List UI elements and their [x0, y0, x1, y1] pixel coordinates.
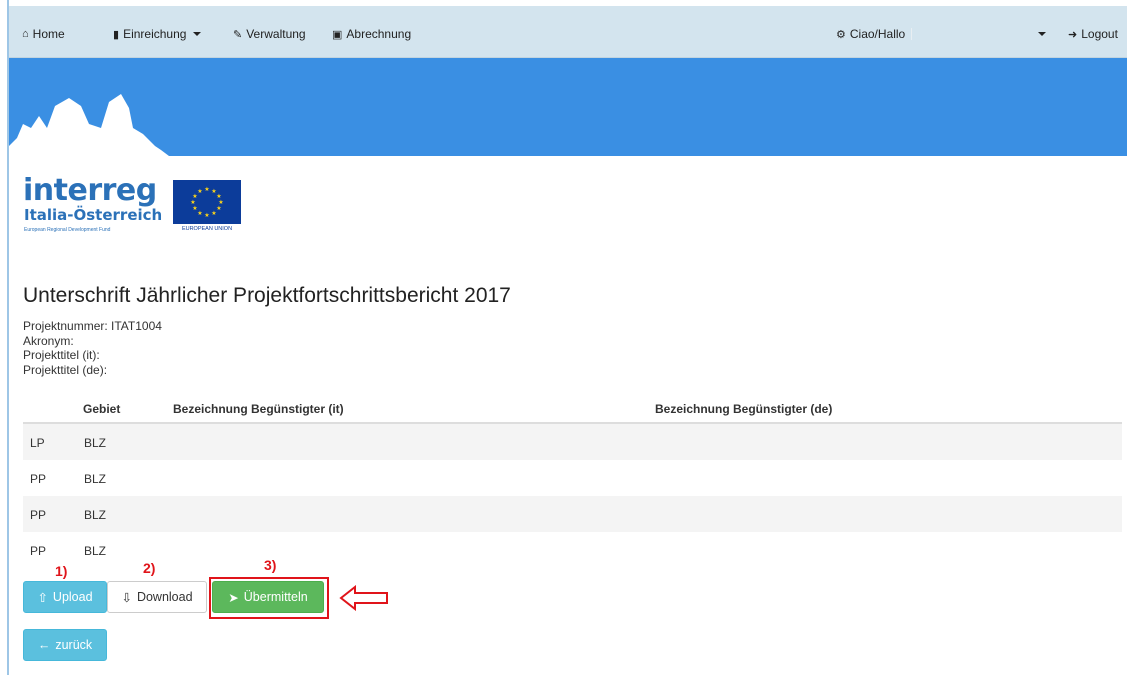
svg-text:★: ★ [197, 210, 202, 217]
table-row: LP BLZ [23, 424, 1122, 460]
table-row: PP BLZ [23, 532, 1122, 568]
user-dropdown-toggle[interactable] [1035, 26, 1046, 42]
gear-icon: ⚙ [836, 28, 846, 41]
svg-text:★: ★ [211, 210, 216, 217]
row-gebiet: BLZ [84, 508, 107, 522]
row-role: PP [30, 508, 47, 522]
eu-label: EUROPEAN UNION [181, 226, 233, 232]
nav-user-greeting[interactable]: ⚙ Ciao/Hallo [836, 26, 913, 42]
upload-icon: ⇧ [37, 590, 48, 605]
svg-text:★: ★ [216, 205, 221, 212]
row-gebiet: BLZ [84, 472, 107, 486]
nav-verwaltung-label: Verwaltung [246, 27, 306, 41]
back-button[interactable]: ← zurück [23, 629, 107, 661]
svg-text:★: ★ [197, 188, 202, 195]
chevron-down-icon [193, 32, 202, 36]
header-banner [9, 58, 1127, 156]
row-role: LP [30, 436, 45, 450]
nav-einreichung[interactable]: ▮ Einreichung [113, 26, 202, 42]
nav-verwaltung[interactable]: ✎ Verwaltung [233, 26, 306, 42]
table-header: Gebiet Bezeichnung Begünstigter (it) Bez… [23, 396, 1122, 424]
logo-fund: European Regional Development Fund [24, 227, 111, 233]
app-frame: ⌂ Home ▮ Einreichung ✎ Verwaltung ▣ Abre… [7, 0, 1127, 675]
header-name-it: Bezeichnung Begünstigter (it) [173, 402, 344, 416]
step-label-3: 3) [264, 557, 277, 573]
project-title-de: Projekttitel (de): [23, 363, 108, 377]
project-acronym: Akronym: [23, 334, 74, 348]
step-label-2: 2) [143, 560, 156, 576]
mountains-graphic [9, 94, 169, 156]
nav-logout[interactable]: ➜ Logout [1068, 26, 1118, 42]
money-icon: ▣ [332, 28, 343, 41]
logo-region: Italia-Österreich [24, 206, 163, 224]
logout-icon: ➜ [1068, 28, 1078, 41]
project-title-it: Projekttitel (it): [23, 348, 100, 362]
nav-logout-label: Logout [1081, 27, 1118, 41]
eu-stars-graphic: ★ ★★ ★★★ ★★★ ★★★ [190, 186, 223, 219]
page-edge [0, 0, 7, 675]
table-row: PP BLZ [23, 460, 1122, 496]
page-title: Unterschrift Jährlicher Projektfortschri… [23, 284, 511, 307]
upload-button[interactable]: ⇧ Upload [23, 581, 107, 613]
row-gebiet: BLZ [84, 544, 107, 558]
project-number: Projektnummer: ITAT1004 [23, 319, 162, 333]
row-role: PP [30, 472, 47, 486]
nav-abrechnung[interactable]: ▣ Abrechnung [332, 26, 411, 42]
nav-home[interactable]: ⌂ Home [22, 26, 65, 42]
header-name-de: Bezeichnung Begünstigter (de) [655, 402, 833, 416]
beneficiaries-table: Gebiet Bezeichnung Begünstigter (it) Bez… [23, 396, 1122, 568]
logo-wordmark: interreg [23, 173, 157, 208]
upload-label: Upload [52, 590, 93, 604]
row-role: PP [30, 544, 47, 558]
svg-text:★: ★ [204, 212, 209, 219]
home-icon: ⌂ [22, 28, 29, 40]
svg-text:★: ★ [204, 186, 209, 193]
header-gebiet: Gebiet [83, 402, 121, 416]
top-navbar: ⌂ Home ▮ Einreichung ✎ Verwaltung ▣ Abre… [9, 6, 1127, 58]
book-icon: ▮ [113, 28, 120, 41]
pointer-arrow-icon [339, 585, 388, 611]
pencil-icon: ✎ [233, 28, 243, 41]
nav-abrechnung-label: Abrechnung [346, 27, 412, 41]
arrow-left-icon: ← [37, 638, 51, 652]
download-label: Download [136, 590, 193, 604]
svg-text:★: ★ [192, 205, 197, 212]
submit-highlight-box [209, 577, 329, 619]
row-gebiet: BLZ [84, 436, 107, 450]
nav-einreichung-label: Einreichung [123, 27, 187, 41]
interreg-logo: interreg Italia-Österreich European Regi… [23, 176, 253, 236]
download-button[interactable]: ⇩ Download [107, 581, 207, 613]
table-row: PP BLZ [23, 496, 1122, 532]
chevron-down-icon [1038, 32, 1046, 36]
eu-flag: ★ ★ ★ ★ ★ ★ ★ ★ ★ ★ ★ ★ [173, 180, 241, 224]
svg-text:★: ★ [190, 199, 195, 206]
back-label: zurück [55, 638, 93, 652]
greeting-separator [911, 28, 913, 40]
user-greeting-label: Ciao/Hallo [849, 27, 906, 41]
download-icon: ⇩ [121, 590, 132, 605]
step-label-1: 1) [55, 563, 68, 579]
nav-home-label: Home [32, 27, 65, 41]
